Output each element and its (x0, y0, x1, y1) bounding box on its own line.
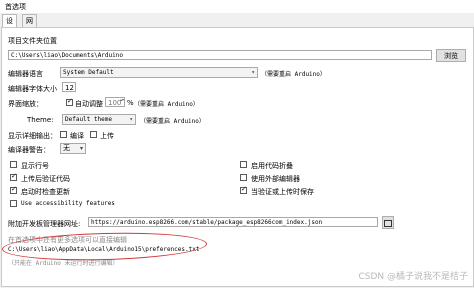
tab-network[interactable]: 网络 (22, 14, 37, 37)
language-value: System Default (63, 69, 114, 76)
language-label: 编辑器语言 (8, 70, 43, 78)
window-icon (384, 220, 392, 227)
check-updates-label: 启动时检查更新 (21, 188, 70, 196)
verbose-label: 显示详细输出： (8, 132, 57, 140)
verify-upload-label: 上传后验证代码 (21, 175, 70, 183)
boards-url-input[interactable]: https://arduino.esp8266.com/stable/packa… (88, 217, 378, 227)
external-editor-label: 使用外部编辑器 (251, 175, 300, 183)
save-on-verify-checkbox[interactable] (240, 185, 247, 194)
theme-value: Default theme (65, 116, 112, 123)
warnings-label: 编译器警告： (8, 146, 50, 154)
verify-upload-checkbox[interactable] (10, 172, 17, 181)
scale-label: 界面缩放： (8, 100, 43, 108)
edit-urls-button[interactable] (382, 216, 394, 229)
theme-select[interactable]: Default theme ▾ (62, 114, 136, 125)
spinner-arrows-icon: ▴▾ (120, 97, 125, 102)
code-folding-label: 启用代码折叠 (251, 162, 293, 170)
window-title: 首选项 (5, 3, 26, 11)
tab-settings[interactable]: 设置 (2, 14, 17, 37)
csdn-watermark: CSDN @橘子说我不是桔子 (358, 272, 468, 282)
chevron-down-icon: ▾ (79, 145, 83, 152)
save-on-verify-label: 当验证或上传时保存 (251, 188, 314, 196)
fontsize-label: 编辑器字体大小 (8, 85, 57, 93)
accessibility-label: Use accessibility features (21, 200, 115, 207)
check-updates-checkbox[interactable] (10, 185, 17, 194)
scale-spinner[interactable]: 100 ▴▾ (105, 97, 125, 107)
warnings-select[interactable]: 无 ▾ (60, 143, 86, 154)
verbose-upload-checkbox[interactable] (90, 131, 97, 138)
chevron-down-icon: ▾ (251, 69, 255, 76)
line-numbers-label: 显示行号 (21, 162, 49, 170)
scale-unit: % (127, 99, 134, 107)
sketchbook-path-field[interactable]: C:\Users\liao\Documents\Arduino (8, 50, 432, 60)
boards-url-label: 附加开发板管理器网址: (8, 220, 81, 228)
preferences-window: 首选项 设置 网络 项目文件夹位置 C:\Users\liao\Document… (0, 0, 474, 288)
chevron-down-icon: ▾ (129, 116, 133, 123)
theme-label: Theme: (27, 116, 54, 124)
verbose-upload-label: 上传 (100, 132, 114, 140)
browse-button[interactable]: 浏览 (436, 49, 466, 62)
auto-scale-label: 自动调整 (75, 100, 103, 108)
accessibility-checkbox[interactable] (10, 200, 17, 207)
title-bar: 首选项 (0, 0, 474, 13)
external-editor-checkbox[interactable] (240, 174, 247, 181)
line-numbers-checkbox[interactable] (10, 161, 17, 168)
sketchbook-label: 项目文件夹位置 (8, 37, 57, 45)
theme-note: （需要重启 Arduino） (140, 118, 205, 125)
code-folding-checkbox[interactable] (240, 161, 247, 168)
verbose-compile-label: 编译 (70, 132, 84, 140)
auto-scale-checkbox[interactable] (66, 97, 73, 106)
language-note: （需要重启 Arduino） (261, 71, 326, 78)
scale-note: （需要重启 Arduino） (134, 101, 199, 108)
fontsize-input[interactable]: 12 (62, 82, 76, 92)
warnings-value: 无 (63, 144, 70, 152)
verbose-compile-checkbox[interactable] (60, 131, 67, 138)
language-select[interactable]: System Default ▾ (60, 67, 258, 78)
